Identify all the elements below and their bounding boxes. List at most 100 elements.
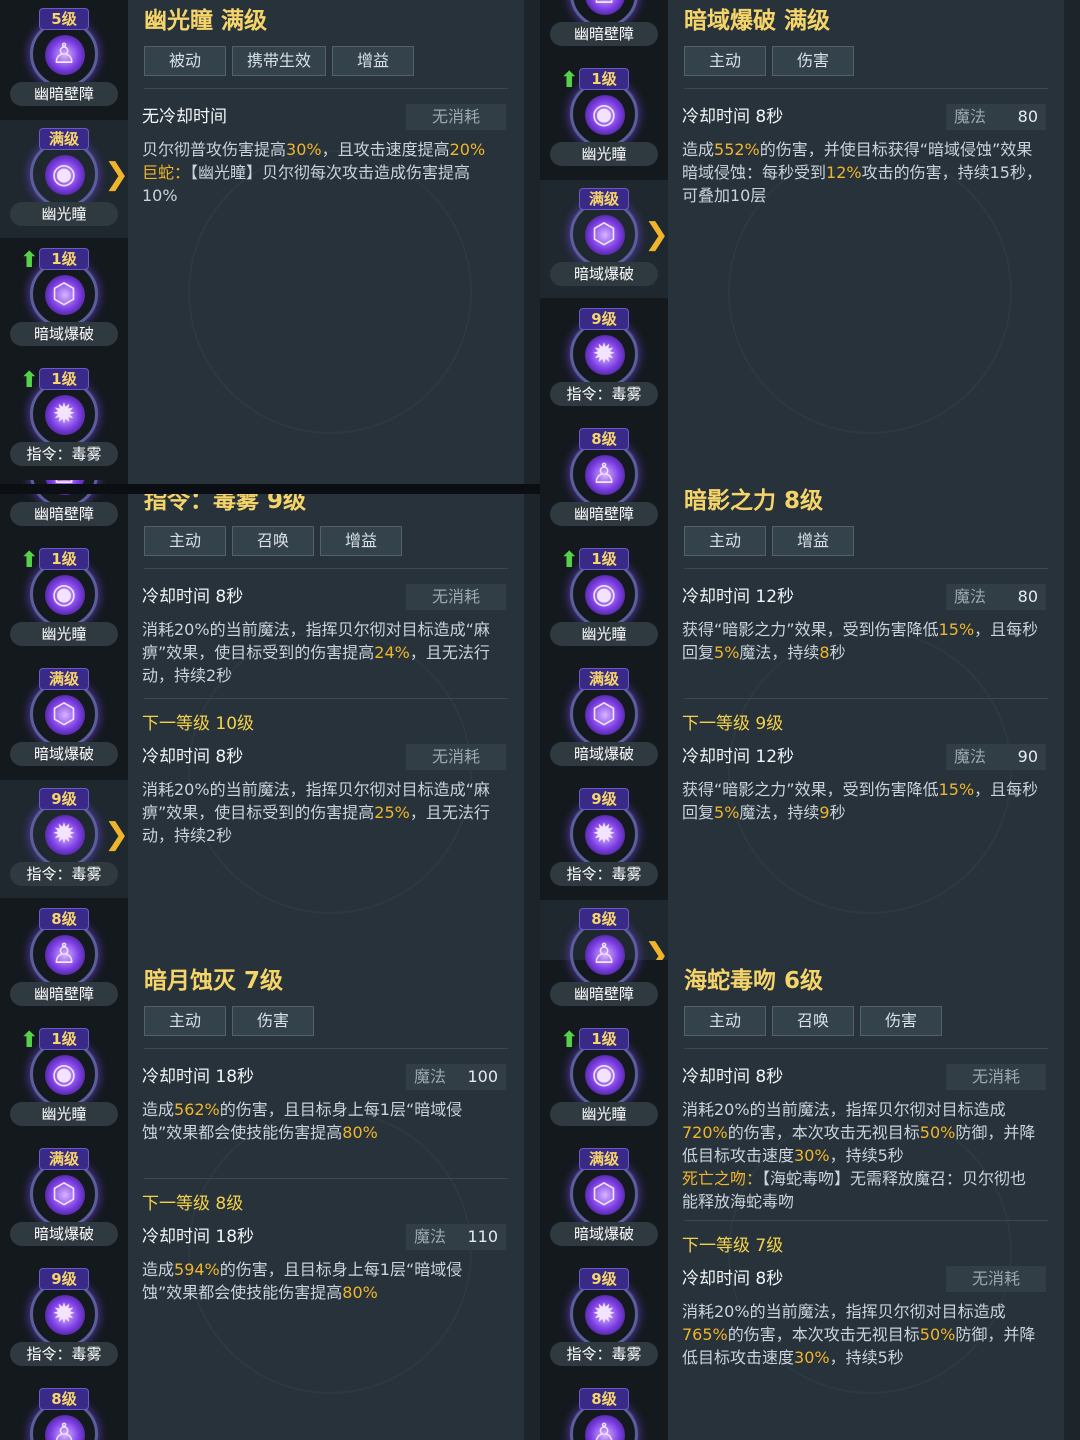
- skill-description: 贝尔彻普攻伤害提高30%，且攻击速度提高20% 巨蛇：【幽光瞳】贝尔彻每次攻击造成…: [142, 140, 486, 205]
- cost-label: 魔法: [413, 1067, 446, 1086]
- skill-slot[interactable]: ◉ 1级 ⬆ 幽光瞳: [540, 60, 668, 178]
- cost-box: 无消耗: [406, 584, 506, 610]
- skill-name-label: 暗域爆破: [10, 1222, 118, 1246]
- skill-icon: ✹: [30, 800, 98, 868]
- skill-level-badge: 5级: [39, 8, 89, 30]
- skill-level-badge: 8级: [579, 908, 629, 930]
- skill-icon: ✹: [570, 800, 638, 868]
- skill-panel: ♙幽暗壁障◉1级⬆幽光瞳⬡满级暗域爆破✹9级指令：毒雾♙8级海蛇毒吻 6级主动召…: [540, 960, 1080, 1440]
- skill-slot[interactable]: ♙8级幽暗壁障: [0, 960, 128, 1018]
- skill-sidebar: ♙幽暗壁障◉1级⬆幽光瞳⬡满级暗域爆破✹9级指令：毒雾♙8级幽暗壁障❯: [540, 480, 670, 961]
- skill-name-label: 指令：毒雾: [10, 1342, 118, 1366]
- skill-icon: ⬡: [30, 1160, 98, 1228]
- skill-slot[interactable]: ♙8级幽暗壁障: [540, 420, 668, 480]
- skill-level-badge: 9级: [39, 788, 89, 810]
- cost-box: 无消耗: [406, 104, 506, 130]
- skill-slot[interactable]: ✹ 9级 指令：毒雾: [540, 1260, 668, 1378]
- upgrade-arrow-icon: ⬆: [20, 1028, 39, 1053]
- skill-slot[interactable]: ♙8级幽暗壁障: [0, 900, 128, 960]
- cooldown-label: 冷却时间 18秒: [142, 1067, 255, 1087]
- skill-slot[interactable]: ◉ 1级 ⬆ 幽光瞳: [540, 540, 668, 658]
- selected-chevron-icon: ❯: [644, 937, 670, 961]
- skill-level-badge: 8级: [579, 428, 629, 450]
- skill-slot[interactable]: ◉ 1级 ⬆ 幽光瞳: [0, 540, 128, 658]
- skill-tags: 主动 增益: [684, 526, 854, 556]
- skill-tag: 增益: [772, 526, 854, 556]
- skill-slot[interactable]: ♙ 8级: [0, 1380, 128, 1440]
- cost-label: 魔法: [953, 107, 986, 126]
- cost-label: 无消耗: [971, 1067, 1020, 1086]
- skill-slot[interactable]: ✹ 9级 指令：毒雾: [540, 780, 668, 898]
- skill-level-badge: 1级: [39, 1028, 89, 1050]
- selected-chevron-icon: ❯: [104, 157, 130, 192]
- cost-box: 魔法 80: [946, 104, 1046, 130]
- skill-description: 消耗20%的当前魔法，指挥贝尔彻对目标造成“麻痹”效果，使目标受到的伤害提高24…: [142, 620, 490, 685]
- skill-slot[interactable]: ◉ 1级 ⬆ 幽光瞳: [540, 1020, 668, 1138]
- skill-tag: 召唤: [772, 1006, 854, 1036]
- skill-detail: 暗月蚀灭 7级 主动 伤害 冷却时间 18秒 魔法 100 造成562%的伤害，且目标身上每…: [128, 960, 524, 1440]
- skill-description: 造成562%的伤害，且目标身上每1层“暗域侵蚀”效果都会使技能伤害提高80%: [142, 1100, 463, 1142]
- cost-value: 110: [467, 1227, 498, 1246]
- skill-slot[interactable]: ✹ 9级 指令：毒雾 ❯: [0, 780, 129, 898]
- skill-level-badge: 9级: [579, 1268, 629, 1290]
- skill-level-badge: 满级: [39, 1148, 89, 1170]
- cost-box: 魔法 80: [946, 584, 1046, 610]
- skill-slot[interactable]: ✹ 9级 指令：毒雾: [0, 1260, 128, 1378]
- skill-slot[interactable]: ⬡ 满级 暗域爆破: [540, 1140, 668, 1258]
- next-cooldown-row: 冷却时间 8秒 无消耗: [142, 742, 506, 772]
- skill-slot[interactable]: ⬡ 满级 暗域爆破 ❯: [540, 180, 669, 298]
- skill-sidebar: ♙8级幽暗壁障◉1级⬆幽光瞳⬡满级暗域爆破✹9级指令：毒雾♙8级: [0, 960, 128, 1440]
- next-skill-description: 消耗20%的当前魔法，指挥贝尔彻对目标造成765%的伤害，本次攻击无视目标50%…: [682, 1302, 1036, 1367]
- next-level-label: 下一等级 8级: [142, 1194, 244, 1214]
- skill-name-label: 暗域爆破: [550, 1222, 658, 1246]
- skill-slot[interactable]: ◉ 1级 ⬆ 幽光瞳: [0, 1020, 128, 1138]
- next-level-label: 下一等级 7级: [682, 1236, 784, 1256]
- upgrade-arrow-icon: ⬆: [20, 548, 39, 573]
- skill-icon: ⬡: [570, 200, 638, 268]
- skill-icon: ⬡: [570, 680, 638, 748]
- skill-level-badge: 1级: [39, 368, 89, 390]
- skill-name-label: 幽暗壁障: [10, 502, 118, 526]
- skill-tags: 主动 伤害: [144, 1006, 314, 1036]
- skill-detail: 暗域爆破 满级 主动 伤害 冷却时间 8秒 魔法 80 造成552%的伤害，并使目标获得“暗…: [668, 0, 1064, 480]
- cost-label: 魔法: [953, 587, 986, 606]
- next-cooldown-label: 冷却时间 8秒: [682, 1269, 784, 1289]
- skill-slot[interactable]: ✹ 1级 ⬆ 指令：毒雾: [0, 360, 128, 478]
- skill-slot[interactable]: ♙幽暗壁障: [540, 960, 668, 1018]
- skill-sidebar: ♙幽暗壁障◉1级⬆幽光瞳⬡满级暗域爆破✹9级指令：毒雾♙8级: [540, 960, 668, 1440]
- skill-level-badge: 满级: [579, 1148, 629, 1170]
- skill-tags: 主动 召唤 增益: [144, 526, 402, 556]
- skill-slot[interactable]: ⬡ 1级 ⬆ 暗域爆破: [0, 240, 128, 358]
- skill-slot[interactable]: ♙8级幽暗壁障❯: [540, 900, 670, 961]
- skill-level-badge: 满级: [39, 668, 89, 690]
- skill-slot[interactable]: ⬡ 满级暗域爆破: [0, 1140, 128, 1258]
- skill-slot[interactable]: ◉ 满级 幽光瞳 ❯: [0, 120, 130, 238]
- skill-tag: 增益: [320, 526, 402, 556]
- skill-name-label: 幽光瞳: [10, 1102, 118, 1126]
- cooldown-row: 冷却时间 8秒 无消耗: [682, 1062, 1046, 1092]
- skill-slot[interactable]: ✹ 9级 指令：毒雾: [540, 300, 668, 418]
- skill-slot[interactable]: ♙ 8级: [540, 1380, 668, 1440]
- cost-label: 无消耗: [431, 747, 480, 766]
- skill-slot[interactable]: ♙ 5级 幽暗壁障: [0, 0, 128, 118]
- skill-slot[interactable]: ♙幽暗壁障: [540, 0, 668, 58]
- skill-slot[interactable]: ⬡ 满级 暗域爆破: [540, 660, 668, 778]
- skill-name-label: 暗域爆破: [10, 742, 118, 766]
- cooldown-label: 冷却时间 12秒: [682, 587, 795, 607]
- skill-tag: 增益: [332, 46, 415, 76]
- skill-name-label: 暗域爆破: [10, 322, 118, 346]
- next-cost-box: 魔法 110: [406, 1224, 506, 1250]
- skill-name-label: 暗域爆破: [550, 742, 658, 766]
- skill-name-label: 幽暗壁障: [10, 982, 118, 1006]
- skill-slot[interactable]: ⬡ 满级 暗域爆破: [0, 660, 128, 778]
- skill-name-label: 暗域爆破: [550, 262, 658, 286]
- next-cooldown-row: 冷却时间 12秒 魔法 90: [682, 742, 1046, 772]
- skill-name-label: 幽光瞳: [550, 622, 658, 646]
- skill-slot[interactable]: ♙幽暗壁障: [540, 480, 668, 538]
- next-cooldown-row: 冷却时间 18秒 魔法 110: [142, 1222, 506, 1252]
- skill-name-label: 幽光瞳: [10, 202, 118, 226]
- skill-tag: 伤害: [232, 1006, 314, 1036]
- next-cost-box: 无消耗: [946, 1266, 1046, 1292]
- skill-title: 暗月蚀灭 7级: [144, 968, 284, 994]
- skill-title: 海蛇毒吻 6级: [684, 968, 824, 994]
